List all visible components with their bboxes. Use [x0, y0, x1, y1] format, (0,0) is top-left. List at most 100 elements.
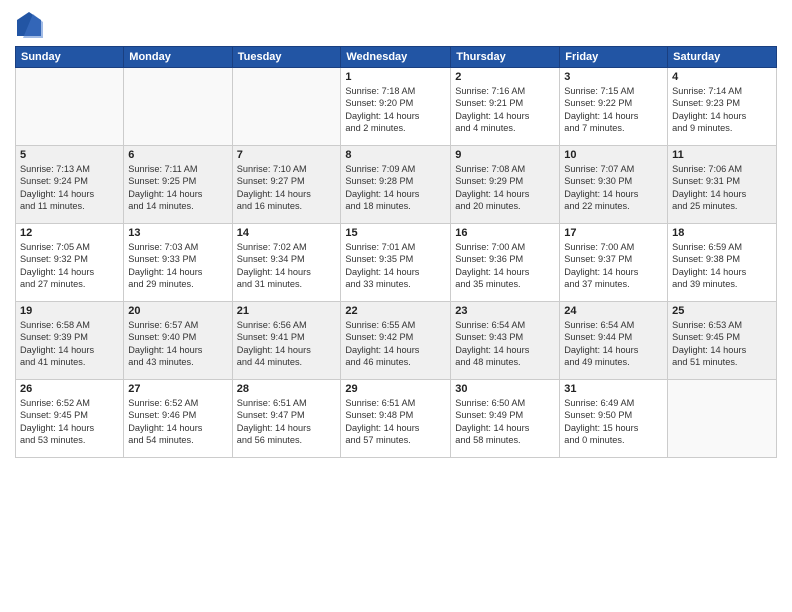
- day-number: 18: [672, 227, 772, 239]
- day-number: 12: [20, 227, 119, 239]
- calendar-table: SundayMondayTuesdayWednesdayThursdayFrid…: [15, 46, 777, 458]
- page: SundayMondayTuesdayWednesdayThursdayFrid…: [0, 0, 792, 612]
- day-info: Sunrise: 6:58 AM Sunset: 9:39 PM Dayligh…: [20, 319, 119, 369]
- day-number: 22: [345, 305, 446, 317]
- day-info: Sunrise: 7:13 AM Sunset: 9:24 PM Dayligh…: [20, 163, 119, 213]
- calendar-cell: 18 Sunrise: 6:59 AM Sunset: 9:38 PM Dayli…: [668, 224, 777, 302]
- calendar-cell: 19Sunrise: 6:58 AM Sunset: 9:39 PM Dayli…: [16, 302, 124, 380]
- calendar-week-1: 5 Sunrise: 7:13 AM Sunset: 9:24 PM Daylig…: [16, 146, 777, 224]
- day-number: 14: [237, 227, 337, 239]
- calendar-week-2: 12 Sunrise: 7:05 AM Sunset: 9:32 PM Dayli…: [16, 224, 777, 302]
- calendar-cell: 23 Sunrise: 6:54 AM Sunset: 9:43 PM Dayli…: [451, 302, 560, 380]
- calendar-cell: 2Sunrise: 7:16 AM Sunset: 9:21 PM Daylig…: [451, 68, 560, 146]
- calendar-header-wednesday: Wednesday: [341, 47, 451, 68]
- calendar-cell: 6 Sunrise: 7:11 AM Sunset: 9:25 PM Daylig…: [124, 146, 232, 224]
- day-number: 24: [564, 305, 663, 317]
- day-info: Sunrise: 6:54 AM Sunset: 9:43 PM Dayligh…: [455, 319, 555, 369]
- day-number: 2: [455, 71, 555, 83]
- calendar-header-monday: Monday: [124, 47, 232, 68]
- calendar-cell: 1 Sunrise: 7:18 AM Sunset: 9:20 PM Daylig…: [341, 68, 451, 146]
- logo: [15, 10, 45, 38]
- calendar-cell: 24 Sunrise: 6:54 AM Sunset: 9:44 PM Dayli…: [560, 302, 668, 380]
- calendar-week-4: 26 Sunrise: 6:52 AM Sunset: 9:45 PM Dayli…: [16, 380, 777, 458]
- header: [15, 10, 777, 38]
- day-info: Sunrise: 7:00 AM Sunset: 9:36 PM Dayligh…: [455, 241, 555, 291]
- calendar-header-row: SundayMondayTuesdayWednesdayThursdayFrid…: [16, 47, 777, 68]
- day-info: Sunrise: 6:53 AM Sunset: 9:45 PM Dayligh…: [672, 319, 772, 369]
- calendar-cell: 5 Sunrise: 7:13 AM Sunset: 9:24 PM Daylig…: [16, 146, 124, 224]
- day-info: Sunrise: 6:52 AM Sunset: 9:45 PM Dayligh…: [20, 397, 119, 447]
- calendar-cell: 13 Sunrise: 7:03 AM Sunset: 9:33 PM Dayli…: [124, 224, 232, 302]
- day-info: Sunrise: 7:05 AM Sunset: 9:32 PM Dayligh…: [20, 241, 119, 291]
- day-info: Sunrise: 7:01 AM Sunset: 9:35 PM Dayligh…: [345, 241, 446, 291]
- calendar-cell: [124, 68, 232, 146]
- day-info: Sunrise: 6:59 AM Sunset: 9:38 PM Dayligh…: [672, 241, 772, 291]
- calendar-cell: 17 Sunrise: 7:00 AM Sunset: 9:37 PM Dayli…: [560, 224, 668, 302]
- day-info: Sunrise: 6:51 AM Sunset: 9:48 PM Dayligh…: [345, 397, 446, 447]
- day-number: 17: [564, 227, 663, 239]
- day-number: 5: [20, 149, 119, 161]
- day-number: 15: [345, 227, 446, 239]
- day-number: 8: [345, 149, 446, 161]
- day-info: Sunrise: 7:18 AM Sunset: 9:20 PM Dayligh…: [345, 85, 446, 135]
- calendar-cell: 7Sunrise: 7:10 AM Sunset: 9:27 PM Daylig…: [232, 146, 341, 224]
- calendar-cell: 14Sunrise: 7:02 AM Sunset: 9:34 PM Dayli…: [232, 224, 341, 302]
- day-info: Sunrise: 6:56 AM Sunset: 9:41 PM Dayligh…: [237, 319, 337, 369]
- calendar-cell: 15 Sunrise: 7:01 AM Sunset: 9:35 PM Dayli…: [341, 224, 451, 302]
- calendar-cell: 16 Sunrise: 7:00 AM Sunset: 9:36 PM Dayli…: [451, 224, 560, 302]
- calendar-cell: 30 Sunrise: 6:50 AM Sunset: 9:49 PM Dayli…: [451, 380, 560, 458]
- day-info: Sunrise: 6:49 AM Sunset: 9:50 PM Dayligh…: [564, 397, 663, 447]
- day-number: 20: [128, 305, 227, 317]
- calendar-header-saturday: Saturday: [668, 47, 777, 68]
- day-info: Sunrise: 7:11 AM Sunset: 9:25 PM Dayligh…: [128, 163, 227, 213]
- calendar-cell: [232, 68, 341, 146]
- calendar-cell: 28 Sunrise: 6:51 AM Sunset: 9:47 PM Dayli…: [232, 380, 341, 458]
- day-info: Sunrise: 7:08 AM Sunset: 9:29 PM Dayligh…: [455, 163, 555, 213]
- calendar-header-thursday: Thursday: [451, 47, 560, 68]
- day-number: 28: [237, 383, 337, 395]
- logo-icon: [15, 10, 43, 38]
- day-info: Sunrise: 7:00 AM Sunset: 9:37 PM Dayligh…: [564, 241, 663, 291]
- day-number: 30: [455, 383, 555, 395]
- day-info: Sunrise: 7:15 AM Sunset: 9:22 PM Dayligh…: [564, 85, 663, 135]
- day-number: 3: [564, 71, 663, 83]
- calendar-cell: 20 Sunrise: 6:57 AM Sunset: 9:40 PM Dayli…: [124, 302, 232, 380]
- day-info: Sunrise: 7:03 AM Sunset: 9:33 PM Dayligh…: [128, 241, 227, 291]
- calendar-cell: 10 Sunrise: 7:07 AM Sunset: 9:30 PM Dayli…: [560, 146, 668, 224]
- calendar-cell: 29Sunrise: 6:51 AM Sunset: 9:48 PM Dayli…: [341, 380, 451, 458]
- day-info: Sunrise: 6:54 AM Sunset: 9:44 PM Dayligh…: [564, 319, 663, 369]
- day-number: 21: [237, 305, 337, 317]
- calendar-week-0: 1 Sunrise: 7:18 AM Sunset: 9:20 PM Daylig…: [16, 68, 777, 146]
- day-number: 26: [20, 383, 119, 395]
- calendar-header-tuesday: Tuesday: [232, 47, 341, 68]
- day-number: 27: [128, 383, 227, 395]
- day-number: 13: [128, 227, 227, 239]
- day-info: Sunrise: 7:14 AM Sunset: 9:23 PM Dayligh…: [672, 85, 772, 135]
- calendar-cell: 11 Sunrise: 7:06 AM Sunset: 9:31 PM Dayli…: [668, 146, 777, 224]
- day-number: 7: [237, 149, 337, 161]
- day-number: 25: [672, 305, 772, 317]
- calendar-cell: 27Sunrise: 6:52 AM Sunset: 9:46 PM Dayli…: [124, 380, 232, 458]
- calendar-cell: 31 Sunrise: 6:49 AM Sunset: 9:50 PM Dayli…: [560, 380, 668, 458]
- day-number: 16: [455, 227, 555, 239]
- day-info: Sunrise: 7:07 AM Sunset: 9:30 PM Dayligh…: [564, 163, 663, 213]
- day-number: 10: [564, 149, 663, 161]
- calendar-header-friday: Friday: [560, 47, 668, 68]
- day-info: Sunrise: 6:50 AM Sunset: 9:49 PM Dayligh…: [455, 397, 555, 447]
- day-info: Sunrise: 6:51 AM Sunset: 9:47 PM Dayligh…: [237, 397, 337, 447]
- day-number: 4: [672, 71, 772, 83]
- calendar-week-3: 19Sunrise: 6:58 AM Sunset: 9:39 PM Dayli…: [16, 302, 777, 380]
- day-number: 1: [345, 71, 446, 83]
- day-info: Sunrise: 6:57 AM Sunset: 9:40 PM Dayligh…: [128, 319, 227, 369]
- day-number: 9: [455, 149, 555, 161]
- calendar-cell: 8 Sunrise: 7:09 AM Sunset: 9:28 PM Daylig…: [341, 146, 451, 224]
- day-info: Sunrise: 6:55 AM Sunset: 9:42 PM Dayligh…: [345, 319, 446, 369]
- day-number: 31: [564, 383, 663, 395]
- day-info: Sunrise: 7:09 AM Sunset: 9:28 PM Dayligh…: [345, 163, 446, 213]
- calendar-cell: 25 Sunrise: 6:53 AM Sunset: 9:45 PM Dayli…: [668, 302, 777, 380]
- day-info: Sunrise: 7:06 AM Sunset: 9:31 PM Dayligh…: [672, 163, 772, 213]
- day-number: 6: [128, 149, 227, 161]
- day-number: 23: [455, 305, 555, 317]
- day-number: 11: [672, 149, 772, 161]
- calendar-cell: 4 Sunrise: 7:14 AM Sunset: 9:23 PM Daylig…: [668, 68, 777, 146]
